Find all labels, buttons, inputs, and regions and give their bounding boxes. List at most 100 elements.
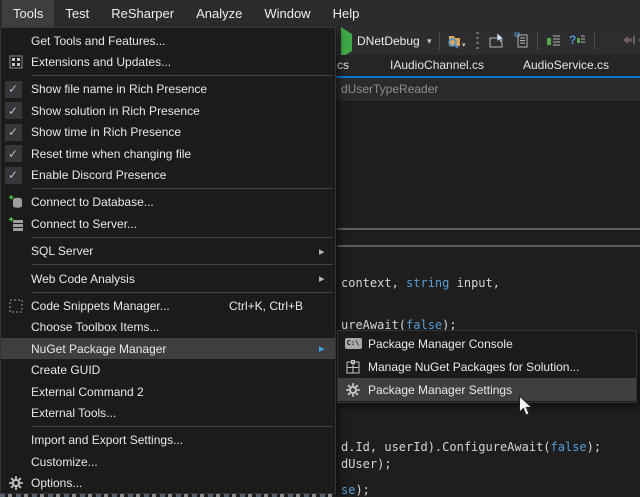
menu-item-options[interactable]: Options...	[1, 472, 335, 493]
submenu-item-manage-nuget-packages-for-solution[interactable]: Manage NuGet Packages for Solution...	[338, 355, 636, 378]
menu-item-get-tools-and-features[interactable]: Get Tools and Features...	[1, 30, 335, 51]
toolbar-separator	[439, 32, 440, 50]
format-document-icon[interactable]	[546, 34, 562, 53]
menu-item-label: Enable Discord Presence	[31, 168, 319, 182]
menu-separator	[31, 292, 333, 293]
code-token: string	[406, 276, 449, 290]
play-icon[interactable]	[341, 34, 352, 52]
chevron-down-icon[interactable]: ▾	[462, 41, 466, 49]
submenu-item-label: Package Manager Console	[368, 337, 636, 351]
menu-item-label: Customize...	[31, 455, 319, 469]
menu-item-connect-to-database[interactable]: Connect to Database...	[1, 192, 335, 213]
mouse-cursor	[518, 395, 534, 417]
breadcrumb-text[interactable]: dUserTypeReader	[341, 82, 438, 96]
copy-lines-icon[interactable]	[513, 32, 529, 53]
menu-item-show-file-name-in-rich-presence[interactable]: ✓Show file name in Rich Presence	[1, 79, 335, 100]
submenu-item-package-manager-settings[interactable]: Package Manager Settings	[338, 378, 636, 401]
menu-item-label: Import and Export Settings...	[31, 433, 319, 447]
code-line: d.Id, userId).ConfigureAwait(false);	[341, 440, 601, 454]
submenu-arrow-icon: ▸	[319, 342, 335, 355]
tools-menu: Get Tools and Features... Extensions and …	[0, 27, 336, 494]
code-token: dUser);	[341, 457, 392, 471]
editor-divider-line	[337, 228, 640, 230]
menu-item-show-time-in-rich-presence[interactable]: ✓Show time in Rich Presence	[1, 122, 335, 143]
menubar-item-analyze[interactable]: Analyze	[185, 0, 253, 27]
tab-audioservice-cs[interactable]: AudioService.cs	[523, 58, 609, 72]
menu-item-connect-to-server[interactable]: Connect to Server...	[1, 213, 335, 234]
find-in-files-icon[interactable]	[446, 33, 463, 55]
toolbar-separator	[594, 32, 595, 50]
navigate-icon[interactable]	[489, 33, 506, 53]
submenu-arrow-icon: ▸	[319, 245, 335, 258]
menu-item-label: Get Tools and Features...	[31, 34, 319, 48]
checkmark-icon: ✓	[1, 124, 31, 141]
menu-item-extensions-and-updates[interactable]: Extensions and Updates...	[1, 51, 335, 72]
tab-iaudiochannel-cs[interactable]: IAudioChannel.cs	[390, 58, 484, 72]
menubar-item-resharper[interactable]: ReSharper	[100, 0, 185, 27]
menu-item-create-guid[interactable]: Create GUID	[1, 359, 335, 380]
menu-separator	[31, 188, 333, 189]
nuget-submenu: C:\Package Manager Console Manage NuGet P…	[337, 330, 637, 403]
format-selection-icon[interactable]: ?	[569, 32, 586, 53]
menu-item-label: SQL Server	[31, 244, 319, 258]
svg-text:?: ?	[569, 33, 576, 47]
vs-window: context, string input,ureAwait(false);d.…	[0, 0, 640, 497]
menu-item-show-solution-in-rich-presence[interactable]: ✓Show solution in Rich Presence	[1, 100, 335, 121]
tab-cs[interactable]: cs	[337, 58, 349, 72]
menu-separator	[31, 264, 333, 265]
menu-item-label: NuGet Package Manager	[31, 342, 319, 356]
extensions-icon	[1, 55, 31, 69]
packages-icon	[338, 360, 368, 374]
menu-item-label: External Tools...	[31, 406, 319, 420]
menubar-item-test[interactable]: Test	[54, 0, 100, 27]
menu-item-label: Code Snippets Manager...	[31, 299, 229, 313]
server-icon	[1, 217, 31, 231]
menubar-item-tools[interactable]: Tools	[2, 0, 54, 27]
run-config-label[interactable]: DNetDebug	[357, 34, 420, 48]
code-token: se	[341, 483, 355, 497]
menu-separator	[31, 237, 333, 238]
menubar-item-help[interactable]: Help	[322, 0, 371, 27]
menu-item-customize[interactable]: Customize...	[1, 451, 335, 472]
menu-item-reset-time-when-changing-file[interactable]: ✓Reset time when changing file	[1, 143, 335, 164]
code-token: d.Id, userId).ConfigureAwait(	[341, 440, 551, 454]
code-line: context, string input,	[341, 276, 500, 290]
submenu-item-label: Package Manager Settings	[368, 383, 636, 397]
prev-bookmark-icon[interactable]	[621, 34, 635, 52]
menu-item-label: Connect to Database...	[31, 195, 319, 209]
menu-item-label: Choose Toolbox Items...	[31, 320, 319, 334]
menu-item-label: Create GUID	[31, 363, 319, 377]
menu-item-label: External Command 2	[31, 385, 319, 399]
menu-item-choose-toolbox-items[interactable]: Choose Toolbox Items...	[1, 317, 335, 338]
menu-item-label: Options...	[31, 476, 319, 490]
menu-separator	[31, 426, 333, 427]
database-icon	[1, 195, 31, 209]
submenu-item-label: Manage NuGet Packages for Solution...	[368, 360, 636, 374]
checkmark-icon: ✓	[1, 102, 31, 119]
checkmark-icon: ✓	[1, 145, 31, 162]
menu-item-label: Extensions and Updates...	[31, 55, 319, 69]
menu-item-web-code-analysis[interactable]: Web Code Analysis▸	[1, 268, 335, 289]
chevron-down-icon[interactable]: ▾	[427, 36, 432, 47]
submenu-arrow-icon: ▸	[319, 272, 335, 285]
submenu-item-package-manager-console[interactable]: C:\Package Manager Console	[338, 332, 636, 355]
code-token: input,	[449, 276, 500, 290]
menu-item-label: Show time in Rich Presence	[31, 125, 319, 139]
next-bookmark-icon[interactable]	[636, 34, 640, 52]
menu-item-nuget-package-manager[interactable]: NuGet Package Manager▸	[1, 338, 335, 359]
menu-separator	[31, 75, 333, 76]
checkmark-icon: ✓	[1, 167, 31, 184]
editor-divider-line	[337, 245, 640, 247]
menubar-item-window[interactable]: Window	[253, 0, 321, 27]
menu-item-sql-server[interactable]: SQL Server▸	[1, 241, 335, 262]
menu-item-code-snippets-manager[interactable]: Code Snippets Manager...Ctrl+K, Ctrl+B	[1, 295, 335, 316]
toolbar-grip[interactable]	[476, 32, 479, 50]
menu-item-external-tools[interactable]: External Tools...	[1, 402, 335, 423]
snippets-icon	[1, 299, 31, 313]
code-token: false	[551, 440, 587, 454]
toolbar-separator	[537, 32, 538, 50]
menu-item-enable-discord-presence[interactable]: ✓Enable Discord Presence	[1, 164, 335, 185]
menu-item-external-command-2[interactable]: External Command 2	[1, 381, 335, 402]
code-token: );	[587, 440, 601, 454]
menu-item-import-and-export-settings[interactable]: Import and Export Settings...	[1, 430, 335, 451]
